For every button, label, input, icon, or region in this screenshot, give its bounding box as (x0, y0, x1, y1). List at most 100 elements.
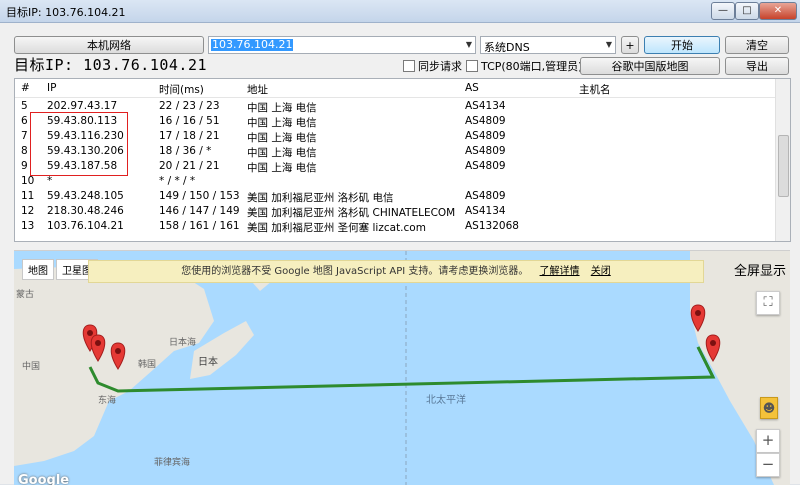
export-button[interactable]: 导出 (725, 57, 789, 75)
cell-as: AS132068 (465, 220, 519, 232)
cell-time: 158 / 161 / 161 (159, 220, 240, 232)
table-row[interactable]: 7 59.43.116.230 17 / 18 / 21 中国 上海 电信 AS4809 (15, 129, 775, 144)
cell-index: 10 (21, 175, 35, 187)
table-row[interactable]: 10 * * / * / * (15, 174, 775, 189)
checkbox-box[interactable] (403, 60, 415, 72)
fullscreen-icon[interactable]: ⛶ (756, 291, 780, 315)
add-dns-button[interactable]: + (621, 36, 639, 54)
scrollbar-thumb[interactable] (778, 135, 789, 197)
label-china: 中国 (22, 362, 41, 372)
col-ip[interactable]: IP (47, 82, 56, 94)
cell-address: 中国 上海 电信 (247, 117, 317, 129)
cell-index: 6 (21, 115, 28, 127)
cell-as: AS4809 (465, 115, 506, 127)
cell-time: 17 / 18 / 21 (159, 130, 220, 142)
highlight-box (30, 112, 128, 176)
cell-ip: 218.30.48.246 (47, 205, 124, 217)
sync-request-label: 同步请求 (418, 60, 462, 73)
pegman-icon[interactable]: ☻ (760, 397, 778, 419)
cell-index: 12 (21, 205, 35, 217)
col-as[interactable]: AS (465, 82, 479, 94)
sync-request-checkbox[interactable]: 同步请求 (403, 58, 462, 74)
cell-ip: 59.43.248.105 (47, 190, 124, 202)
window-title: 目标IP: 103.76.104.21 (6, 6, 126, 19)
asia-landmass (14, 263, 214, 466)
trace-table[interactable]: # IP 时间(ms) 地址 AS 主机名 5 202.97.43.17 22 / … (14, 78, 791, 242)
local-network-button[interactable]: 本机网络 (14, 36, 204, 54)
google-map-button[interactable]: 谷歌中国版地图 (580, 57, 720, 75)
label-japan-sea: 日本海 (169, 338, 197, 348)
ip-input[interactable]: 103.76.104.21 ▼ (208, 36, 476, 54)
label-korea: 韩国 (138, 360, 157, 370)
cell-time: 18 / 36 / * (159, 145, 212, 157)
cell-as: AS4809 (465, 160, 506, 172)
label-mongolia: 蒙古 (16, 290, 35, 300)
cell-as: AS4134 (465, 100, 506, 112)
dns-select-value: 系统DNS (484, 41, 530, 54)
chevron-down-icon[interactable]: ▼ (466, 40, 472, 49)
col-time[interactable]: 时间(ms) (159, 82, 204, 97)
cell-as: AS4809 (465, 190, 506, 202)
clear-button[interactable]: 清空 (725, 36, 789, 54)
cell-address: 中国 上海 电信 (247, 132, 317, 144)
map-type-map-button[interactable]: 地图 (22, 259, 54, 280)
zoom-out-button[interactable]: − (756, 453, 780, 477)
table-row[interactable]: 8 59.43.130.206 18 / 36 / * 中国 上海 电信 AS4809 (15, 144, 775, 159)
cell-time: 20 / 21 / 21 (159, 160, 220, 172)
cell-time: * / * / * (159, 175, 196, 187)
app-window: 目标IP: 103.76.104.21 — □ ✕ 本机网络 103.76.10… (0, 0, 800, 485)
cell-address: 中国 上海 电信 (247, 102, 317, 114)
close-button[interactable]: ✕ (759, 2, 797, 20)
cell-time: 146 / 147 / 149 (159, 205, 240, 217)
cell-time: 16 / 16 / 51 (159, 115, 220, 127)
col-address[interactable]: 地址 (247, 82, 268, 97)
map-view[interactable]: 地图 卫星图 您使用的浏览器不受 Google 地图 JavaScript AP… (14, 250, 790, 485)
cell-address: 美国 加利福尼亚州 圣何塞 lizcat.com (247, 222, 426, 234)
cell-index: 11 (21, 190, 35, 202)
fullscreen-label[interactable]: 全屏显示 (734, 260, 786, 279)
table-row[interactable]: 5 202.97.43.17 22 / 23 / 23 中国 上海 电信 AS4134 (15, 99, 775, 114)
map-canvas (14, 251, 790, 485)
chevron-down-icon[interactable]: ▼ (606, 40, 612, 49)
cell-index: 9 (21, 160, 28, 172)
tcp-label: TCP(80端口,管理员) (481, 60, 583, 73)
table-header: # IP 时间(ms) 地址 AS 主机名 (15, 79, 790, 98)
notice-text: 您使用的浏览器不受 Google 地图 JavaScript API 支持。请考… (181, 266, 529, 277)
cell-as: AS4809 (465, 145, 506, 157)
table-row[interactable]: 9 59.43.187.58 20 / 21 / 21 中国 上海 电信 AS4809 (15, 159, 775, 174)
label-pacific: 北太平洋 (426, 395, 466, 406)
cell-ip: 202.97.43.17 (47, 100, 118, 112)
table-row[interactable]: 12 218.30.48.246 146 / 147 / 149 美国 加利福尼亚州 … (15, 204, 775, 219)
label-east-sea: 东海 (98, 396, 117, 406)
cell-index: 5 (21, 100, 28, 112)
table-scrollbar[interactable] (775, 79, 790, 241)
trace-route (88, 346, 716, 393)
cell-time: 22 / 23 / 23 (159, 100, 220, 112)
col-index[interactable]: # (21, 82, 30, 94)
cell-index: 13 (21, 220, 35, 232)
table-row[interactable]: 6 59.43.80.113 16 / 16 / 51 中国 上海 电信 AS4809 (15, 114, 775, 129)
cell-as: AS4809 (465, 130, 506, 142)
table-row[interactable]: 11 59.43.248.105 149 / 150 / 153 美国 加利福尼亚州 … (15, 189, 775, 204)
cell-address: 中国 上海 电信 (247, 162, 317, 174)
cell-time: 149 / 150 / 153 (159, 190, 240, 202)
learn-more-link[interactable]: 了解详情 (540, 266, 580, 277)
start-button[interactable]: 开始 (644, 36, 720, 54)
title-bar: 目标IP: 103.76.104.21 — □ ✕ (0, 0, 800, 23)
cell-address: 美国 加利福尼亚州 洛杉矶 电信 (247, 192, 394, 204)
minimize-button[interactable]: — (711, 2, 735, 20)
tcp-checkbox[interactable]: TCP(80端口,管理员) (466, 58, 582, 74)
table-row[interactable]: 13 103.76.104.21 158 / 161 / 161 美国 加利福尼亚州 … (15, 219, 775, 234)
label-japan: 日本 (198, 357, 218, 368)
maximize-button[interactable]: □ (735, 2, 759, 20)
zoom-in-button[interactable]: + (756, 429, 780, 453)
cell-address: 美国 加利福尼亚州 洛杉矶 CHINATELECOM (247, 207, 456, 219)
checkbox-box[interactable] (466, 60, 478, 72)
notice-close-link[interactable]: 关闭 (591, 266, 611, 277)
col-hostname[interactable]: 主机名 (579, 82, 611, 97)
google-logo: Google (18, 473, 70, 485)
cell-index: 8 (21, 145, 28, 157)
dns-select[interactable]: 系统DNS ▼ (480, 36, 616, 54)
target-ip-title: 目标IP: 103.76.104.21 (14, 56, 208, 74)
browser-notice: 您使用的浏览器不受 Google 地图 JavaScript API 支持。请考… (88, 260, 704, 283)
